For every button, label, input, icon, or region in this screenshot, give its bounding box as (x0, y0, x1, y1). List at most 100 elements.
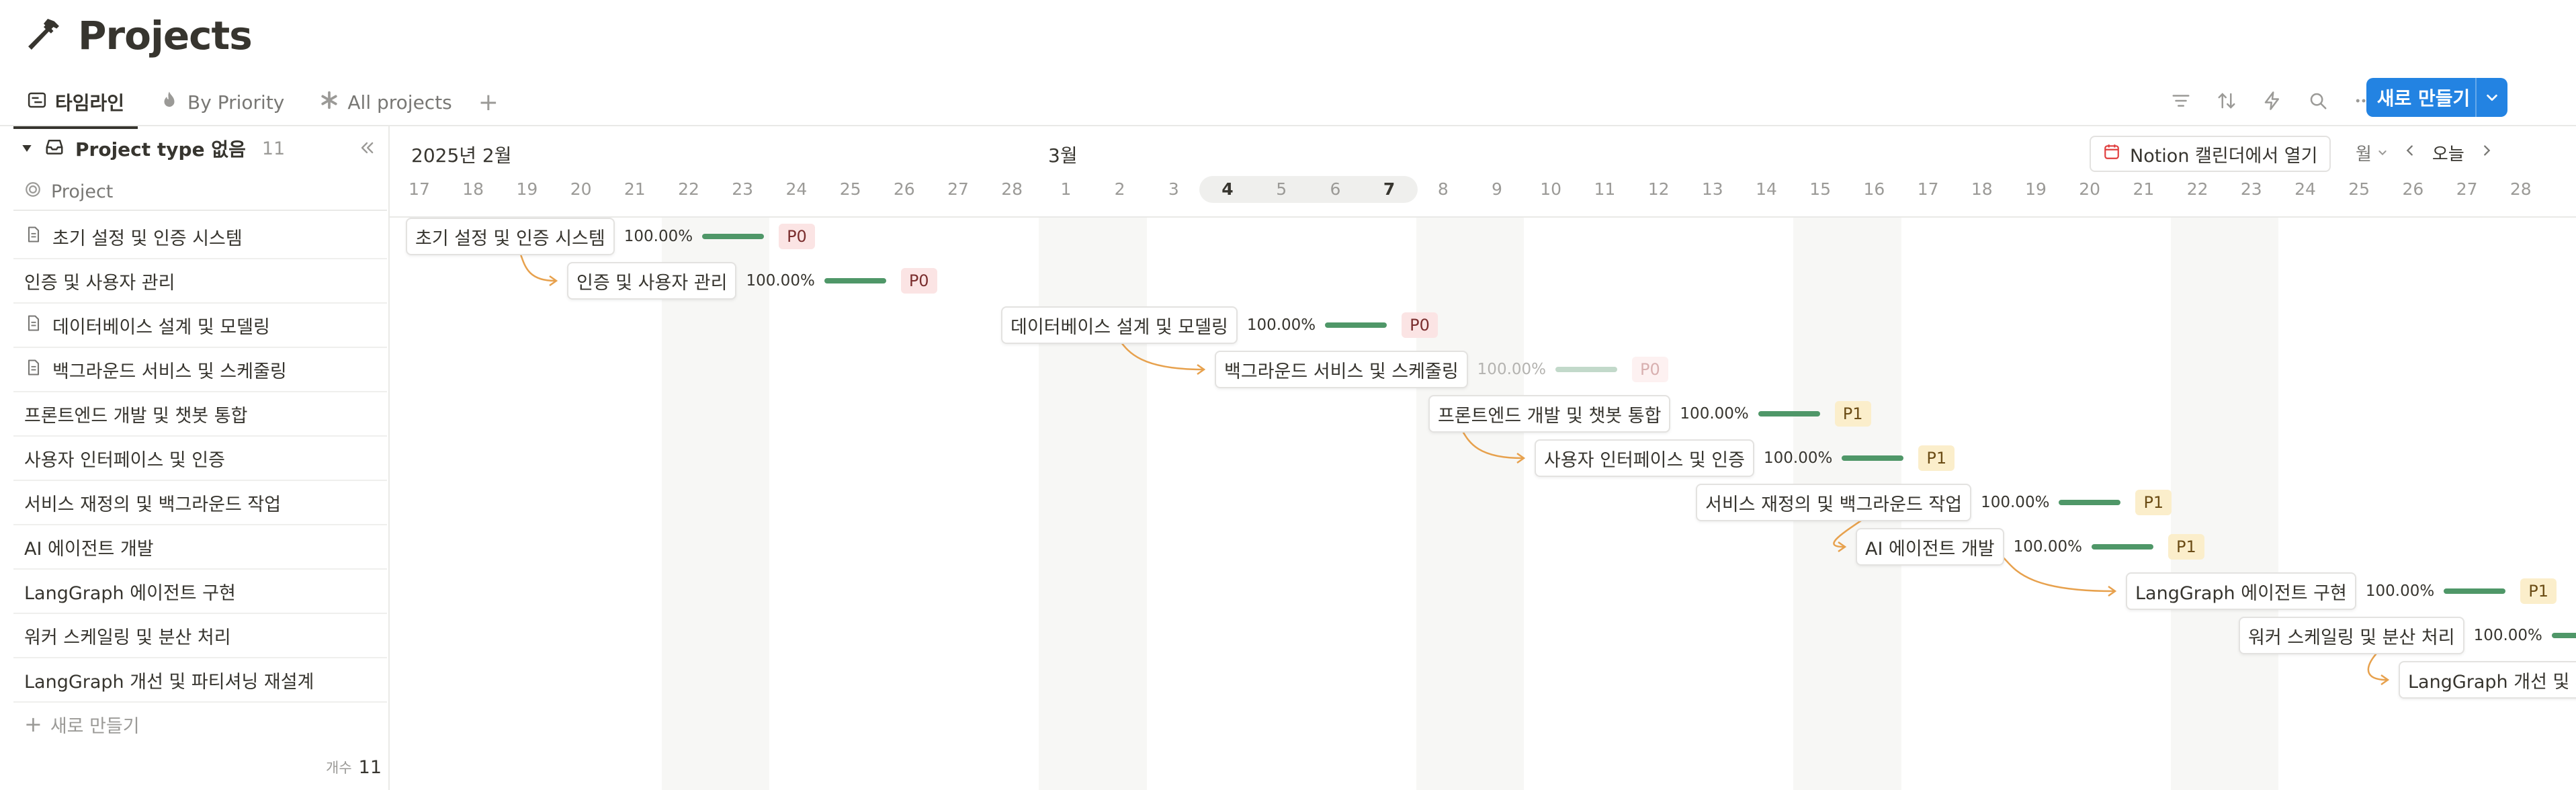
project-row-label: 데이터베이스 설계 및 모델링 (52, 316, 270, 338)
timeline-bar[interactable]: 사용자 인터페이스 및 인증 100.00% P1 (1535, 439, 1955, 477)
progress-bar (2091, 544, 2153, 550)
group-count: 11 (261, 138, 286, 159)
page-icon (24, 314, 43, 337)
tab-by-priority[interactable]: By Priority (146, 85, 298, 120)
timeline-bar[interactable]: 백그라운드 서비스 및 스케줄링 100.00% P0 (1215, 351, 1668, 388)
day-label: 1 (1060, 179, 1072, 199)
day-label: 17 (409, 179, 430, 199)
project-row[interactable]: LangGraph 개선 및 파티셔닝 재설계 (13, 658, 387, 703)
progress-bar (2551, 633, 2576, 638)
day-label: 26 (2402, 179, 2424, 199)
project-row-label: 백그라운드 서비스 및 스케줄링 (52, 361, 287, 382)
caret-down-icon[interactable] (20, 138, 34, 160)
priority-badge: P0 (1632, 357, 1668, 382)
timeline-bar[interactable]: 워커 스케일링 및 분산 처리 100.00% (2239, 617, 2576, 654)
sort-icon[interactable] (2210, 85, 2243, 117)
group-label: Project type 없음 (75, 138, 246, 161)
timeline-bar[interactable]: 초기 설정 및 인증 시스템 100.00% P0 (406, 218, 815, 255)
project-row-label: LangGraph 에이전트 구현 (24, 582, 236, 604)
timeline-nav: 월 오늘 (2356, 136, 2494, 169)
timeline-bar[interactable]: LangGraph 에이전트 구현 100.00% P1 (2126, 572, 2557, 610)
timeline-bar-title: 프론트엔드 개발 및 챗봇 통합 (1428, 395, 1671, 433)
fire-icon (159, 90, 179, 115)
tab-timeline[interactable]: 타임라인 (13, 85, 138, 129)
timeline-bar[interactable]: 프론트엔드 개발 및 챗봇 통합 100.00% P1 (1428, 395, 1871, 433)
arrowhead-icon (1197, 363, 1206, 376)
project-row[interactable]: 워커 스케일링 및 분산 처리 (13, 614, 387, 658)
weekend-column (1416, 218, 1525, 790)
timeline-area[interactable]: 2025년 2월 3월 Notion 캘린더에서 열기 월 오늘 17 18 19 2… (390, 126, 2576, 790)
project-row[interactable]: 초기 설정 및 인증 시스템 (13, 215, 387, 259)
notion-calendar-label: Notion 캘린더에서 열기 (2130, 145, 2318, 167)
timeline-bar[interactable]: 서비스 재정의 및 백그라운드 작업 100.00% P1 (1696, 484, 2172, 521)
prev-button[interactable] (2403, 142, 2417, 163)
day-label: 28 (1001, 179, 1023, 199)
project-row[interactable]: AI 에이전트 개발 (13, 525, 387, 570)
day-label: 25 (839, 179, 861, 199)
notion-calendar-button[interactable]: Notion 캘린더에서 열기 (2090, 136, 2331, 172)
chevron-down-icon[interactable] (2475, 78, 2507, 117)
calendar-icon (2103, 143, 2120, 165)
timeline-bar[interactable]: 인증 및 사용자 관리 100.00% P0 (567, 262, 937, 300)
chevron-down-icon (2378, 150, 2387, 156)
priority-badge: P0 (900, 268, 937, 294)
page-icon (24, 225, 43, 249)
timeline-bar-title: 서비스 재정의 및 백그라운드 작업 (1696, 484, 1972, 521)
collapse-panel-icon[interactable] (352, 133, 382, 163)
project-row[interactable]: LangGraph 에이전트 구현 (13, 570, 387, 614)
filter-icon[interactable] (2165, 85, 2197, 117)
priority-badge: P1 (1834, 401, 1871, 427)
day-label: 23 (732, 179, 754, 199)
hammer-icon (24, 15, 63, 56)
timeline-bar-title: 사용자 인터페이스 및 인증 (1535, 439, 1754, 477)
project-row[interactable]: 인증 및 사용자 관리 (13, 259, 387, 304)
day-label: 7 (1383, 179, 1396, 199)
row-count: 개수 11 (13, 751, 382, 783)
timeline-bar-title: LangGraph 개선 및 파티셔닝 재설계 (2399, 661, 2576, 699)
progress-bar (2444, 588, 2506, 594)
new-button-label: 새로 만들기 (2376, 87, 2471, 109)
column-header[interactable]: Project (13, 173, 387, 211)
project-row[interactable]: 데이터베이스 설계 및 모델링 (13, 304, 387, 348)
timeline-bar-title: 초기 설정 및 인증 시스템 (406, 218, 615, 255)
project-row[interactable]: 프론트엔드 개발 및 챗봇 통합 (13, 392, 387, 437)
weekend-column (1039, 218, 1147, 790)
page-title: Projects (24, 12, 253, 59)
arrowhead-icon (2108, 585, 2117, 597)
add-view-button[interactable]: + (474, 87, 503, 117)
day-label: 21 (2133, 179, 2155, 199)
day-label: 14 (1756, 179, 1777, 199)
project-row[interactable]: 사용자 인터페이스 및 인증 (13, 437, 387, 481)
project-row-label: 사용자 인터페이스 및 인증 (24, 449, 225, 471)
timeline-bar[interactable]: LangGraph 개선 및 파티셔닝 재설계 (2399, 661, 2576, 699)
view-select[interactable]: 월 (2356, 140, 2388, 165)
timeline-bar-title: LangGraph 에이전트 구현 (2126, 572, 2356, 610)
timeline-bar[interactable]: 데이터베이스 설계 및 모델링 100.00% P0 (1001, 306, 1438, 344)
priority-badge: P0 (779, 224, 815, 249)
chevron-right-icon (2483, 145, 2491, 156)
day-label: 18 (462, 179, 484, 199)
project-row-label: 초기 설정 및 인증 시스템 (52, 228, 243, 249)
tab-by-priority-label: By Priority (187, 91, 285, 114)
progress-percent: 100.00% (1981, 494, 2050, 511)
timeline-bar-title: 인증 및 사용자 관리 (567, 262, 737, 300)
timeline-bar[interactable]: AI 에이전트 개발 100.00% P1 (1856, 528, 2204, 566)
day-label: 24 (785, 179, 808, 199)
project-row[interactable]: 서비스 재정의 및 백그라운드 작업 (13, 481, 387, 525)
group-header[interactable]: Project type 없음 11 (20, 132, 285, 165)
new-button[interactable]: 새로 만들기 (2366, 78, 2507, 117)
day-label: 18 (1971, 179, 1993, 199)
next-button[interactable] (2479, 142, 2494, 163)
progress-percent: 100.00% (1477, 361, 1547, 378)
today-button[interactable]: 오늘 (2432, 140, 2464, 165)
tab-all-projects[interactable]: All projects (306, 85, 465, 120)
project-row[interactable]: 백그라운드 서비스 및 스케줄링 (13, 348, 387, 392)
new-row-button[interactable]: + 새로 만들기 (13, 704, 398, 744)
search-icon[interactable] (2302, 85, 2334, 117)
progress-bar (2059, 500, 2121, 505)
day-label: 19 (2025, 179, 2047, 199)
arrowhead-icon (549, 275, 558, 287)
automation-icon[interactable] (2256, 85, 2288, 117)
tab-all-projects-label: All projects (347, 91, 452, 114)
view-select-label: 월 (2356, 144, 2372, 165)
